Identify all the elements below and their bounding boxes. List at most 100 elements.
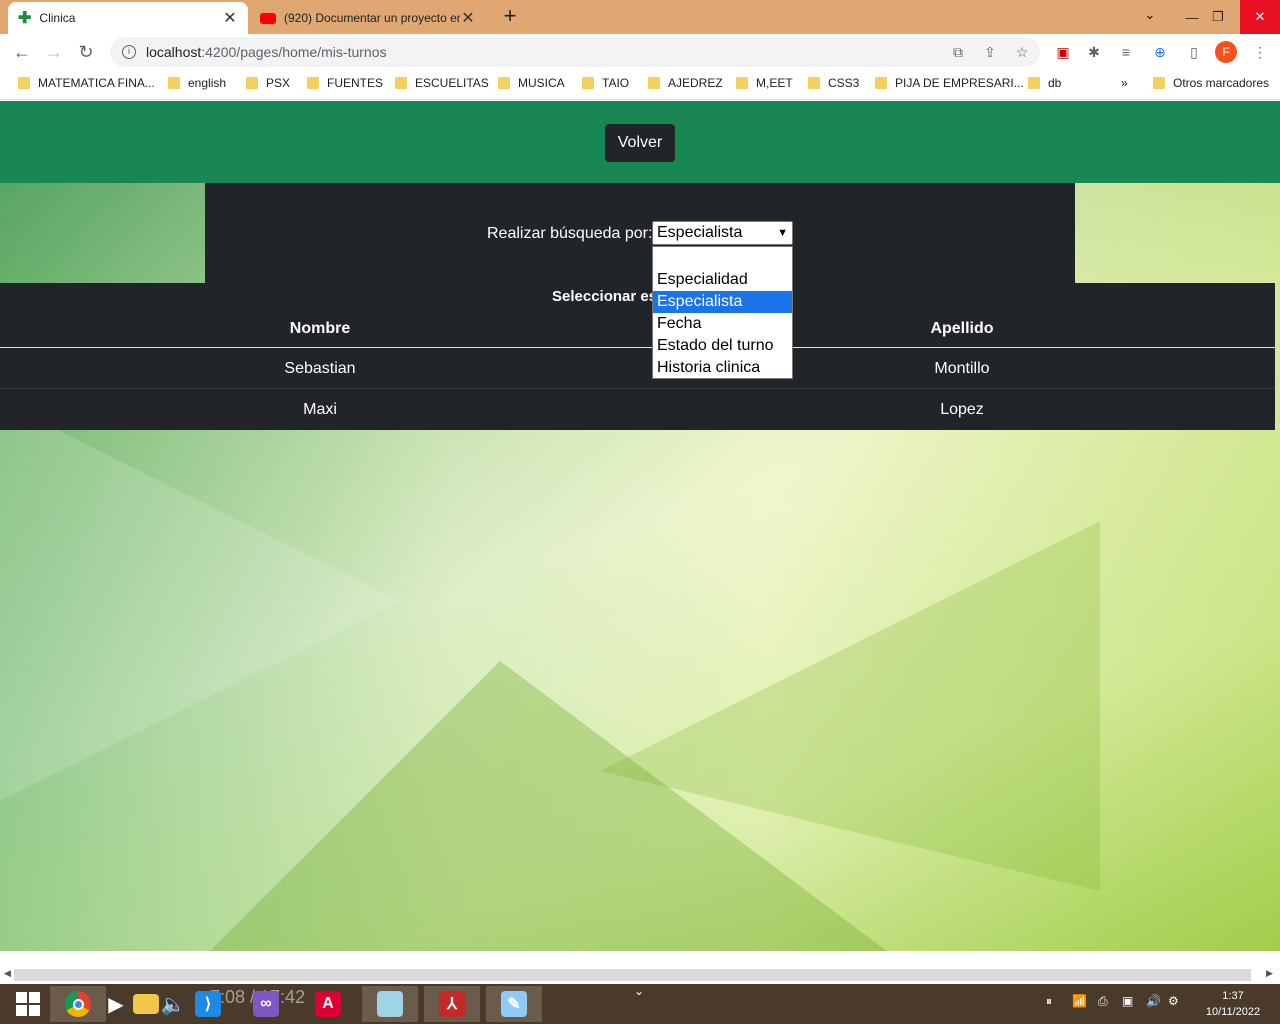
option-historia-clinica[interactable]: Historia clinica xyxy=(653,357,792,379)
menu-dots-icon[interactable]: ⋮ xyxy=(1250,42,1270,62)
bookmark-item[interactable]: M,EET xyxy=(736,76,793,90)
tab-title: (920) Documentar un proyecto en xyxy=(284,11,460,25)
bookmark-item[interactable]: TAIO xyxy=(582,76,629,90)
folder-icon xyxy=(395,77,407,89)
search-by-select[interactable]: Especialista ▼ xyxy=(652,221,793,245)
url-path: :4200/pages/home/mis-turnos xyxy=(201,44,387,60)
chrome-icon[interactable] xyxy=(50,986,106,1022)
chevron-up-icon[interactable]: ⌄ xyxy=(634,984,644,998)
profile-avatar[interactable]: F xyxy=(1215,41,1237,63)
forward-arrow-icon[interactable]: → xyxy=(42,40,66,64)
network-icon[interactable]: 📶 xyxy=(1072,994,1087,1008)
folder-icon xyxy=(648,77,660,89)
option-especialidad[interactable]: Especialidad xyxy=(653,269,792,291)
column-header-nombre: Nombre xyxy=(289,320,351,337)
cell-apellido: Lopez xyxy=(940,401,984,418)
volver-button[interactable]: Volver xyxy=(605,124,675,162)
puzzle-icon[interactable]: ✱ xyxy=(1084,42,1104,62)
bookmark-item[interactable]: english xyxy=(168,76,226,90)
windows-taskbar: ▶ 🔈 7:08 / 17:42 ⟩ ∞ A ⅄ ✎ ⌄ ⏸ 📶 ⎙ ▣ 🔊 ⚙… xyxy=(0,984,1280,1024)
folder-icon xyxy=(1028,77,1040,89)
restore-icon[interactable]: ❐ xyxy=(1200,0,1236,34)
side-panel-icon[interactable]: ▯ xyxy=(1184,42,1204,62)
angular-icon[interactable]: A xyxy=(300,986,356,1022)
horizontal-scrollbar[interactable]: ◀ ▶ xyxy=(0,951,1280,984)
settings-gear-icon[interactable]: ⚙ xyxy=(1168,994,1179,1008)
tab-youtube[interactable]: (920) Documentar un proyecto en ✕ xyxy=(250,2,486,34)
folder-icon xyxy=(498,77,510,89)
address-bar[interactable]: i localhost:4200/pages/home/mis-turnos xyxy=(110,37,1040,67)
browser-toolbar: ← → ↻ i localhost:4200/pages/home/mis-tu… xyxy=(0,34,1280,70)
download-icon[interactable]: ⊕ xyxy=(1150,42,1170,62)
nvidia-icon[interactable]: ▣ xyxy=(1122,994,1133,1008)
page-viewport: Volver Realizar búsqueda por: Especialis… xyxy=(0,101,1280,951)
bookmark-item[interactable]: AJEDREZ xyxy=(648,76,723,90)
especialistas-table: Seleccionar es Nombre Apellido Sebastian… xyxy=(0,283,1275,430)
bookmark-item[interactable]: db xyxy=(1028,76,1061,90)
file-explorer-icon[interactable] xyxy=(128,986,164,1022)
bookmark-item[interactable]: MUSICA xyxy=(498,76,565,90)
search-label: Realizar búsqueda por: xyxy=(487,225,653,242)
folder-icon xyxy=(875,77,887,89)
media-queue-icon[interactable]: ≡ xyxy=(1116,42,1136,62)
option-estado-del-turno[interactable]: Estado del turno xyxy=(653,335,792,357)
reload-icon[interactable]: ↻ xyxy=(74,40,98,64)
star-icon[interactable]: ☆ xyxy=(1012,42,1032,62)
bookmark-item[interactable]: PSX xyxy=(246,76,290,90)
browser-titlebar: ✚ Clinica ✕ (920) Documentar un proyecto… xyxy=(0,0,1280,34)
windows-start-icon[interactable] xyxy=(0,986,56,1022)
tab-title: Clinica xyxy=(39,11,76,25)
vscode-icon[interactable]: ⟩ xyxy=(180,986,236,1022)
page-header: Volver xyxy=(0,101,1280,183)
tray-toggle-icon[interactable]: ⏸ xyxy=(1046,994,1052,1009)
media-play-icon[interactable]: ▶ xyxy=(106,986,126,1022)
other-bookmarks[interactable]: Otros marcadores xyxy=(1153,76,1269,90)
close-icon[interactable]: ✕ xyxy=(222,8,238,28)
printer-icon[interactable]: ⎙ xyxy=(1098,994,1108,1009)
search-panel: Realizar búsqueda por: Especialista ▼ xyxy=(205,183,1075,283)
scroll-left-icon[interactable]: ◀ xyxy=(4,968,11,979)
system-clock[interactable]: 1:37 10/11/2022 xyxy=(1198,988,1268,1020)
info-icon[interactable]: i xyxy=(122,45,136,59)
option-especialista[interactable]: Especialista xyxy=(653,291,792,313)
folder-icon xyxy=(18,77,30,89)
option-empty[interactable] xyxy=(653,247,792,269)
background-shape xyxy=(200,661,900,951)
bookmarks-overflow-button[interactable]: » xyxy=(1121,76,1128,90)
select-value: Especialista xyxy=(657,224,743,241)
share-icon[interactable]: ⇪ xyxy=(980,42,1000,62)
search-by-dropdown-list: Especialidad Especialista Fecha Estado d… xyxy=(652,246,793,379)
folder-icon xyxy=(808,77,820,89)
chevron-down-icon[interactable]: ⌄ xyxy=(1144,6,1156,23)
folder-icon xyxy=(736,77,748,89)
notepad-icon[interactable] xyxy=(362,986,418,1022)
bookmarks-bar: MATEMATICA FINA... english PSX FUENTES E… xyxy=(0,70,1280,100)
visual-studio-icon[interactable]: ∞ xyxy=(238,986,294,1022)
bookmark-item[interactable]: MATEMATICA FINA... xyxy=(18,76,155,90)
acrobat-icon[interactable]: ⅄ xyxy=(424,986,480,1022)
tab-clinica[interactable]: ✚ Clinica ✕ xyxy=(8,2,248,34)
scrollbar-thumb[interactable] xyxy=(14,969,1251,981)
folder-icon xyxy=(307,77,319,89)
window-close-icon[interactable]: ✕ xyxy=(1240,0,1280,34)
back-arrow-icon[interactable]: ← xyxy=(10,40,34,64)
youtube-icon xyxy=(260,12,276,24)
bookmark-item[interactable]: ESCUELITAS xyxy=(395,76,489,90)
translate-icon[interactable]: ⧉ xyxy=(948,42,968,62)
table-caption: Seleccionar es xyxy=(552,288,658,305)
folder-icon xyxy=(582,77,594,89)
row-divider xyxy=(0,388,1275,389)
option-fecha[interactable]: Fecha xyxy=(653,313,792,335)
clock-date: 10/11/2022 xyxy=(1205,1006,1261,1018)
scroll-right-icon[interactable]: ▶ xyxy=(1266,968,1273,979)
bookmark-item[interactable]: FUENTES xyxy=(307,76,383,90)
close-icon[interactable]: ✕ xyxy=(460,8,476,28)
cell-nombre: Sebastian xyxy=(284,360,356,377)
paint-icon[interactable]: ✎ xyxy=(486,986,542,1022)
new-tab-icon[interactable]: + xyxy=(498,4,522,28)
folder-icon xyxy=(168,77,180,89)
extension-red-icon[interactable]: ▣ xyxy=(1053,42,1073,62)
speaker-icon[interactable]: 🔊 xyxy=(1146,994,1161,1008)
bookmark-item[interactable]: CSS3 xyxy=(808,76,859,90)
bookmark-item[interactable]: PIJA DE EMPRESARI... xyxy=(875,76,1024,90)
